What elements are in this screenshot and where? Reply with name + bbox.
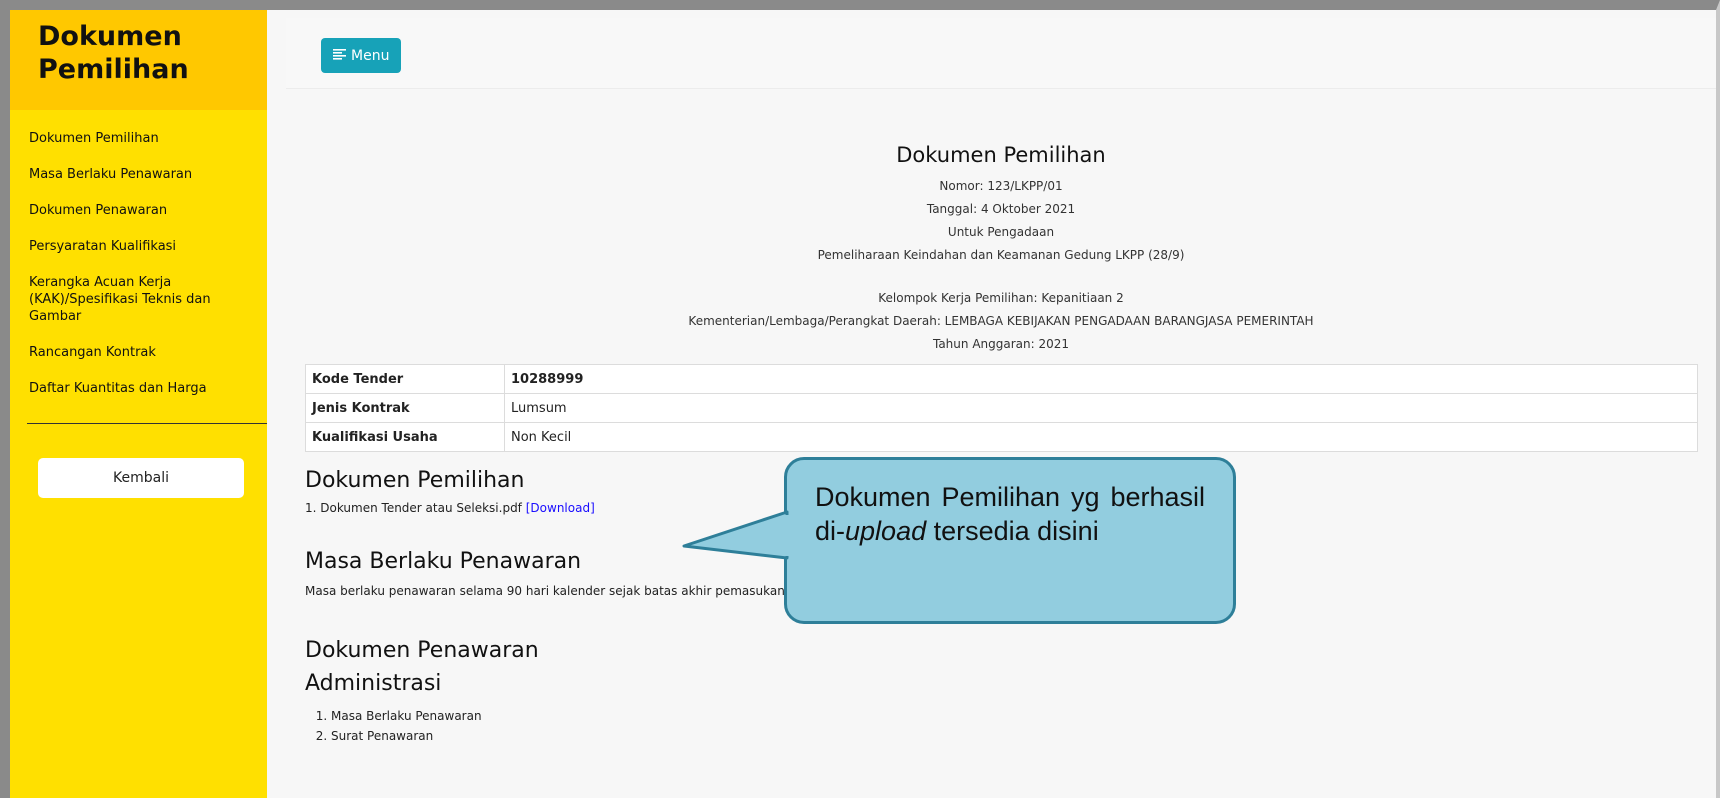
topbar: Menu <box>286 18 1716 89</box>
administrasi-list: Masa Berlaku Penawaran Surat Penawaran <box>305 706 1710 746</box>
main-content: Dokumen Pemilihan Nomor: 123/LKPP/01 Tan… <box>305 105 1710 746</box>
callout-text-italic: upload <box>845 516 927 546</box>
sidebar-divider <box>27 423 267 424</box>
sidebar: Dokumen Pemilihan Dokumen Pemilihan Masa… <box>10 10 267 798</box>
sidebar-item-rancangan-kontrak[interactable]: Rancangan Kontrak <box>10 344 267 361</box>
sidebar-title: Dokumen Pemilihan <box>38 21 189 85</box>
callout-annotation: Dokumen Pemilihan yg berhasil di-upload … <box>784 457 1236 624</box>
document-tanggal: Tanggal: 4 Oktober 2021 <box>926 202 1076 216</box>
document-kelompok: Kelompok Kerja Pemilihan: Kepanitiaan 2 <box>878 291 1124 305</box>
download-link[interactable]: [Download] <box>526 501 595 515</box>
document-tahun: Tahun Anggaran: 2021 <box>932 337 1070 351</box>
table-value: 10288999 <box>504 364 1698 394</box>
document-nomor: Nomor: 123/LKPP/01 <box>939 179 1063 193</box>
document-kementerian: Kementerian/Lembaga/Perangkat Daerah: LE… <box>688 314 1314 328</box>
menu-button[interactable]: Menu <box>321 38 402 73</box>
table-label: Jenis Kontrak <box>305 393 505 423</box>
back-button[interactable]: Kembali <box>38 458 244 498</box>
sidebar-item-masa-berlaku-penawaran[interactable]: Masa Berlaku Penawaran <box>10 166 267 183</box>
sidebar-item-daftar-kuantitas[interactable]: Daftar Kuantitas dan Harga <box>10 380 267 397</box>
sidebar-item-dokumen-penawaran[interactable]: Dokumen Penawaran <box>10 202 267 219</box>
sidebar-item-kak[interactable]: Kerangka Acuan Kerja (KAK)/Spesifikasi T… <box>10 274 267 325</box>
app-window: Dokumen Pemilihan Dokumen Pemilihan Masa… <box>0 0 1720 798</box>
table-row: Jenis Kontrak Lumsum <box>305 393 1698 423</box>
sidebar-header: Dokumen Pemilihan <box>10 10 267 110</box>
section-heading-administrasi: Administrasi <box>305 671 442 696</box>
table-row: Kode Tender 10288999 <box>305 364 1698 394</box>
sidebar-item-dokumen-pemilihan[interactable]: Dokumen Pemilihan <box>10 130 267 147</box>
list-item: Surat Penawaran <box>331 726 1710 746</box>
sidebar-item-persyaratan-kualifikasi[interactable]: Persyaratan Kualifikasi <box>10 238 267 255</box>
callout-text-end: tersedia disini <box>926 516 1099 546</box>
list-item: Masa Berlaku Penawaran <box>331 706 1710 726</box>
tender-info-table: Kode Tender 10288999 Jenis Kontrak Lumsu… <box>305 364 1698 452</box>
table-value: Non Kecil <box>504 422 1698 452</box>
table-row: Kualifikasi Usaha Non Kecil <box>305 422 1698 452</box>
table-value: Lumsum <box>504 393 1698 423</box>
table-label: Kualifikasi Usaha <box>305 422 505 452</box>
section-heading-dokumen-penawaran: Dokumen Penawaran <box>305 638 539 663</box>
page-title: Dokumen Pemilihan <box>896 143 1106 167</box>
document-header: Dokumen Pemilihan Nomor: 123/LKPP/01 Tan… <box>305 143 1697 356</box>
sidebar-nav: Dokumen Pemilihan Masa Berlaku Penawaran… <box>10 110 267 397</box>
table-label: Kode Tender <box>305 364 505 394</box>
menu-button-label: Menu <box>351 47 390 64</box>
document-untuk: Untuk Pengadaan <box>947 225 1055 239</box>
document-pengadaan: Pemeliharaan Keindahan dan Keamanan Gedu… <box>817 248 1185 262</box>
menu-icon <box>333 48 346 63</box>
file-name: 1. Dokumen Tender atau Seleksi.pdf <box>305 501 522 515</box>
callout-pointer <box>682 510 790 560</box>
